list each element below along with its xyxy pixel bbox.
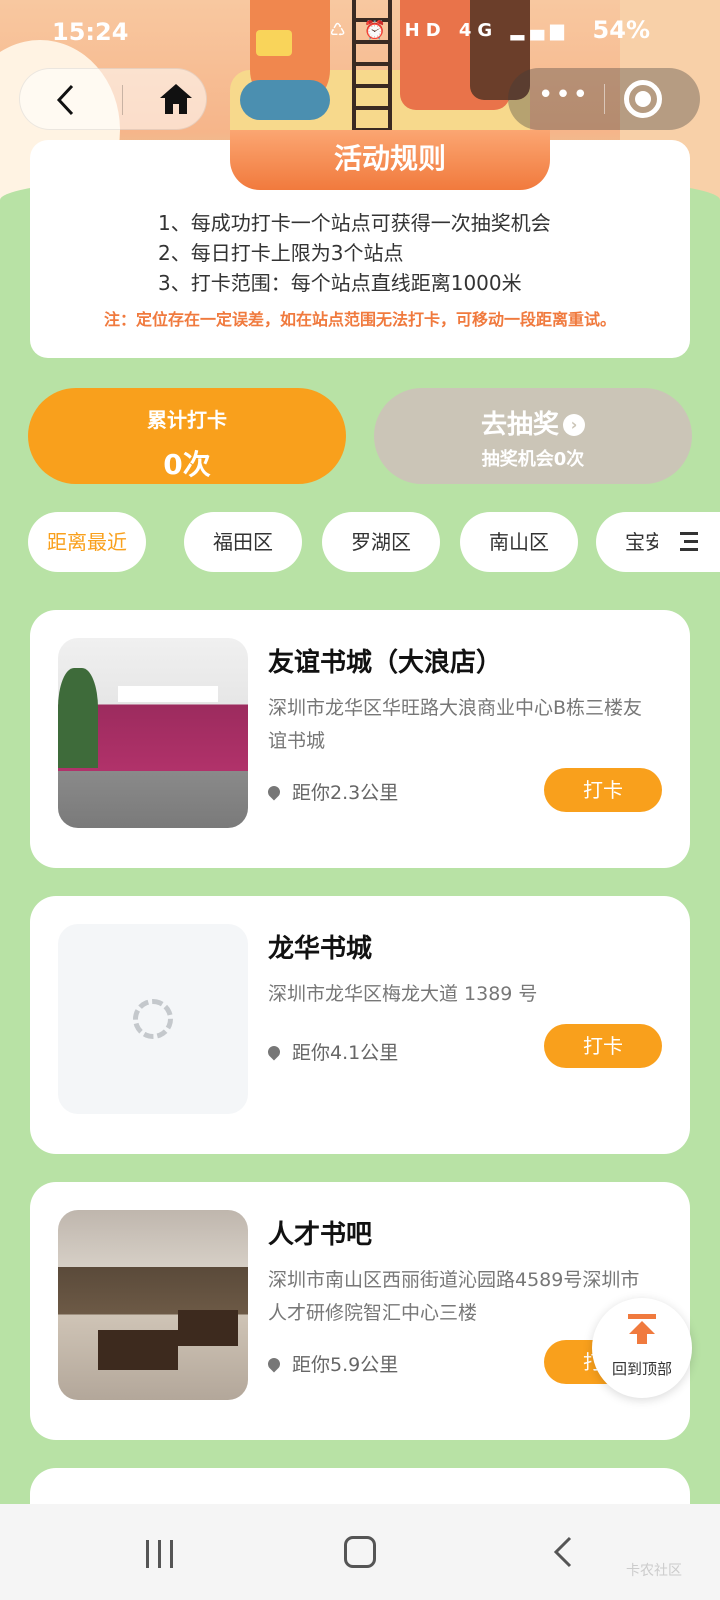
network-indicator: HD 4G [404, 20, 499, 41]
system-back-icon[interactable] [552, 1536, 574, 1568]
district-tabs: 距离最近 福田区 罗湖区 南山区 宝安区 [0, 512, 720, 572]
total-checkin-label: 累计打卡 [147, 408, 227, 432]
back-to-top-button[interactable]: 回到顶部 [592, 1298, 692, 1398]
battery-level: 54% [592, 16, 650, 44]
store-name: 龙华书城 [268, 934, 373, 964]
total-checkin-button[interactable]: 累计打卡 0次 [28, 388, 346, 484]
system-nav-bar: 卡农社区 [0, 1504, 720, 1600]
rule-item: 3、打卡范围：每个站点直线距离1000米 [158, 271, 522, 295]
store-card[interactable]: 友谊书城（大浪店） 深圳市龙华区华旺路大浪商业中心B栋三楼友谊书城 距你2.3公… [30, 610, 690, 868]
back-arrow-icon[interactable] [50, 83, 84, 117]
store-photo [58, 1210, 248, 1400]
tab-nanshan[interactable]: 南山区 [460, 512, 578, 572]
store-distance: 距你5.9公里 [265, 1350, 398, 1377]
store-card[interactable]: 人才书吧 深圳市南山区西丽街道沁园路4589号深圳市人才研修院智汇中心三楼 距你… [30, 1182, 690, 1440]
nav-capsule-right: ••• [508, 68, 700, 130]
rules-card: 活动规则 1、每成功打卡一个站点可获得一次抽奖机会 2、每日打卡上限为3个站点 … [30, 130, 690, 358]
draw-chances: 抽奖机会0次 [481, 449, 585, 470]
store-address: 深圳市龙华区梅龙大道 1389 号 [268, 983, 538, 1005]
go-draw-button[interactable]: 去抽奖 › 抽奖机会0次 [374, 388, 692, 484]
checkin-button[interactable]: 打卡 [544, 768, 662, 812]
more-menu-icon[interactable]: ••• [536, 82, 592, 114]
go-draw-label: 去抽奖 [480, 410, 559, 440]
store-name: 人才书吧 [268, 1220, 373, 1250]
store-distance: 距你4.1公里 [265, 1038, 398, 1065]
location-pin-icon [265, 783, 283, 801]
store-distance: 距你2.3公里 [265, 778, 398, 805]
home-icon[interactable] [158, 81, 194, 117]
status-bar: 15:24 ♺ ⏰ HD 4G ▂▄▆ 54% [0, 0, 720, 64]
arrow-up-icon [628, 1314, 656, 1344]
store-photo [58, 638, 248, 828]
store-address: 深圳市南山区西丽街道沁园路4589号深圳市人才研修院智汇中心三楼 [268, 1269, 640, 1324]
store-photo-loading [58, 924, 248, 1114]
rule-item: 2、每日打卡上限为3个站点 [158, 241, 404, 265]
tab-futian[interactable]: 福田区 [184, 512, 302, 572]
tabs-menu-icon[interactable] [658, 512, 720, 572]
store-address: 深圳市龙华区华旺路大浪商业中心B栋三楼友谊书城 [268, 697, 643, 752]
back-to-top-label: 回到顶部 [611, 1360, 672, 1378]
home-button-icon[interactable] [344, 1536, 376, 1568]
tab-nearest[interactable]: 距离最近 [28, 512, 146, 572]
store-name: 友谊书城（大浪店） [268, 648, 503, 678]
loading-spinner-icon [133, 999, 173, 1039]
chevron-right-icon: › [563, 414, 585, 436]
tab-luohu[interactable]: 罗湖区 [322, 512, 440, 572]
rules-list: 1、每成功打卡一个站点可获得一次抽奖机会 2、每日打卡上限为3个站点 3、打卡范… [30, 208, 690, 298]
rules-note: 注：定位存在一定误差，如在站点范围无法打卡，可移动一段距离重试。 [103, 310, 616, 329]
location-pin-icon [265, 1043, 283, 1061]
status-icons: ♺ ⏰ HD 4G ▂▄▆ [329, 20, 570, 41]
rules-title: 活动规则 [230, 130, 550, 190]
rule-item: 1、每成功打卡一个站点可获得一次抽奖机会 [158, 211, 551, 235]
checkin-button[interactable]: 打卡 [544, 1024, 662, 1068]
watermark: 卡农社区 [626, 1563, 682, 1579]
recent-apps-icon[interactable] [144, 1540, 176, 1568]
nav-capsule-left [19, 68, 207, 130]
close-miniprogram-icon[interactable] [624, 80, 662, 118]
location-pin-icon [265, 1355, 283, 1373]
total-checkin-count: 0次 [163, 448, 211, 481]
store-card[interactable]: 龙华书城 深圳市龙华区梅龙大道 1389 号 距你4.1公里 打卡 [30, 896, 690, 1154]
status-time: 15:24 [52, 18, 129, 46]
